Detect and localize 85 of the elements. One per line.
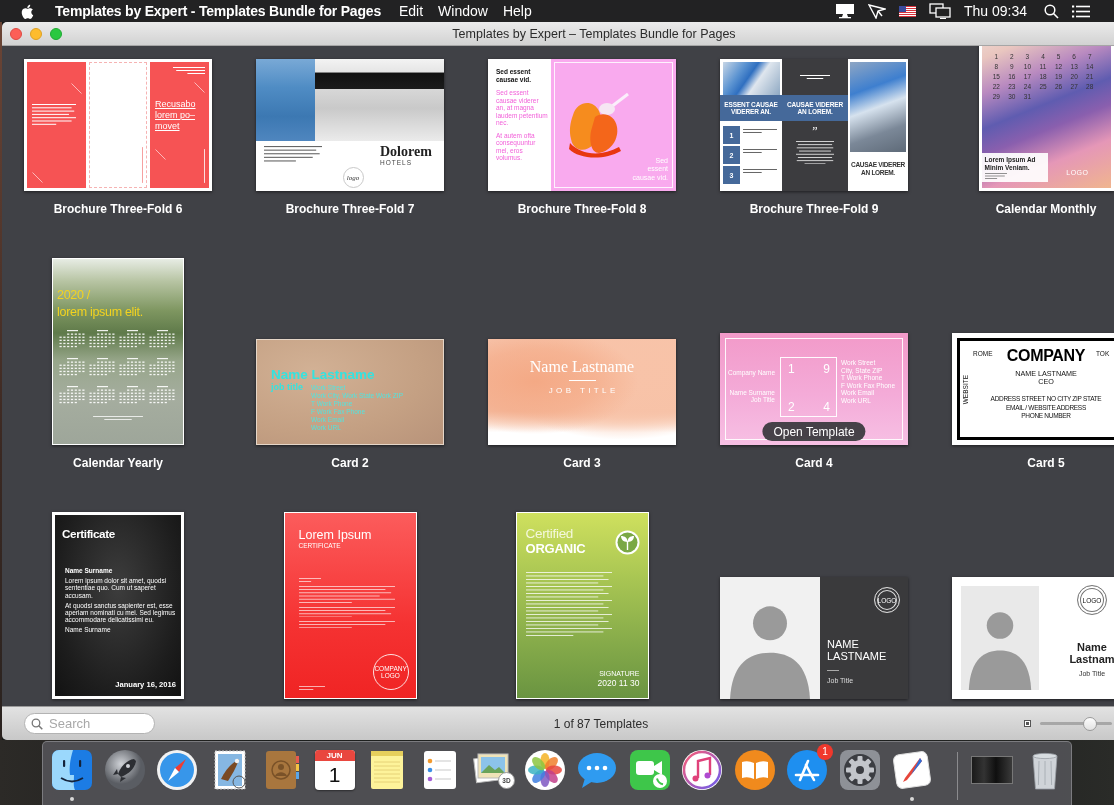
list-icon[interactable] xyxy=(1072,4,1090,18)
certificate-date: 2020 11 30 xyxy=(597,678,640,688)
text-lines-drawing xyxy=(173,67,205,74)
text-lines-drawing xyxy=(298,686,325,690)
flag-icon[interactable] xyxy=(898,5,916,17)
brochure-title: Dolorem xyxy=(380,144,433,159)
template-name: Brochure Three-Fold 6 xyxy=(53,201,183,217)
certificate-subtitle: ORGANIC xyxy=(525,541,586,556)
monitor-icon[interactable] xyxy=(834,3,855,19)
template-name: Brochure Three-Fold 9 xyxy=(749,201,879,217)
template-name: Brochure Three-Fold 8 xyxy=(517,201,647,217)
text-lines-drawing xyxy=(298,578,321,582)
diagonal-line-icon xyxy=(155,149,166,160)
open-template-button[interactable]: Open Template xyxy=(762,422,866,441)
menu-item[interactable]: Window xyxy=(438,3,488,19)
text-lines-drawing xyxy=(264,146,322,162)
job-title: JOB TITLE xyxy=(548,386,619,395)
menu-item[interactable]: Help xyxy=(502,3,532,19)
template-name: Card 4 xyxy=(795,455,833,471)
video-camera-icon[interactable] xyxy=(627,748,672,792)
certificate-title: Certificate xyxy=(62,527,116,541)
photo-placeholder xyxy=(723,62,780,95)
template-name: Card 3 xyxy=(563,455,601,471)
headline: Recusabo lorem po– movet xyxy=(155,99,197,132)
small-square-icon xyxy=(1024,720,1031,727)
clock: Thu 09:34 xyxy=(963,3,1027,19)
slider-thumb[interactable] xyxy=(1083,716,1098,731)
digit: 2 xyxy=(788,400,795,414)
quote-mark: ” xyxy=(812,127,818,136)
displays-icon[interactable] xyxy=(928,3,951,19)
open-book-icon[interactable] xyxy=(732,748,777,792)
apple-icon[interactable] xyxy=(20,2,34,20)
menu-item[interactable]: Edit xyxy=(399,3,424,19)
search-icon[interactable] xyxy=(1044,3,1059,19)
template-name: Calendar Monthly xyxy=(995,201,1097,217)
flower-icon[interactable] xyxy=(522,748,567,792)
calendar-icon[interactable]: JUN 1 xyxy=(314,750,355,790)
template-count: 1 of 87 Templates xyxy=(553,716,649,731)
text-lines-drawing xyxy=(32,104,76,125)
text-lines-drawing xyxy=(93,416,143,420)
text-lines-drawing xyxy=(743,149,777,153)
calendar-month: JUN xyxy=(314,750,355,761)
app-menu[interactable]: Templates by Expert - Templates Bundle for Pages xyxy=(55,3,381,19)
job-title: job title xyxy=(271,383,303,394)
calendar-day: 1 xyxy=(328,761,341,789)
cursor-icon[interactable] xyxy=(867,3,886,19)
text-lines-drawing xyxy=(800,75,830,79)
search-icon xyxy=(31,718,43,730)
a-shape-icon[interactable] xyxy=(785,748,829,792)
close-button[interactable] xyxy=(10,27,22,40)
text-lines-drawing xyxy=(984,173,1007,179)
person-name: NAME LASTNAME xyxy=(827,638,888,662)
diagonal-line-icon xyxy=(32,172,43,183)
person-name: Name Lastnam xyxy=(1069,641,1114,665)
fruit-slices-drawing xyxy=(567,93,629,159)
notification-badge: 1 xyxy=(817,744,833,760)
person-name: Name Lastname xyxy=(529,358,635,376)
certificate-title: Certified xyxy=(525,526,575,541)
digit: 4 xyxy=(823,400,830,414)
certificate-title: Lorem Ipsum xyxy=(298,528,373,542)
diagonal-line-icon xyxy=(71,83,82,94)
template-name: Brochure Three-Fold 7 xyxy=(285,201,415,217)
window-thumbnail[interactable] xyxy=(971,756,1013,784)
sprout-icon xyxy=(614,530,640,555)
person-name: Name Lastname xyxy=(271,367,376,382)
digit: 1 xyxy=(788,362,795,376)
compass-icon[interactable] xyxy=(155,748,199,792)
template-thumbnail[interactable] xyxy=(52,512,184,699)
text-lines-drawing xyxy=(796,141,834,165)
digit: 9 xyxy=(823,362,830,376)
diagonal-line-icon xyxy=(194,82,205,93)
headline: 2020 / lorem ipsum elit. xyxy=(57,287,144,321)
window-title: Templates by Expert – Templates Bundle for Pages xyxy=(452,26,736,41)
company-name: COMPANY xyxy=(1006,346,1086,365)
text-lines-drawing xyxy=(743,169,777,173)
template-name: Card 2 xyxy=(331,455,369,471)
search-field[interactable]: Search xyxy=(24,713,155,734)
template-name: Calendar Yearly xyxy=(73,455,163,471)
rocket-icon[interactable] xyxy=(102,748,147,792)
smiling-face-icon[interactable] xyxy=(50,748,94,792)
music-note-icon[interactable] xyxy=(680,748,724,792)
template-name: Card 5 xyxy=(1027,455,1065,471)
text-lines-drawing xyxy=(743,129,777,133)
gear-icon[interactable] xyxy=(837,748,882,792)
thumbnail-size-slider[interactable] xyxy=(1040,716,1112,731)
